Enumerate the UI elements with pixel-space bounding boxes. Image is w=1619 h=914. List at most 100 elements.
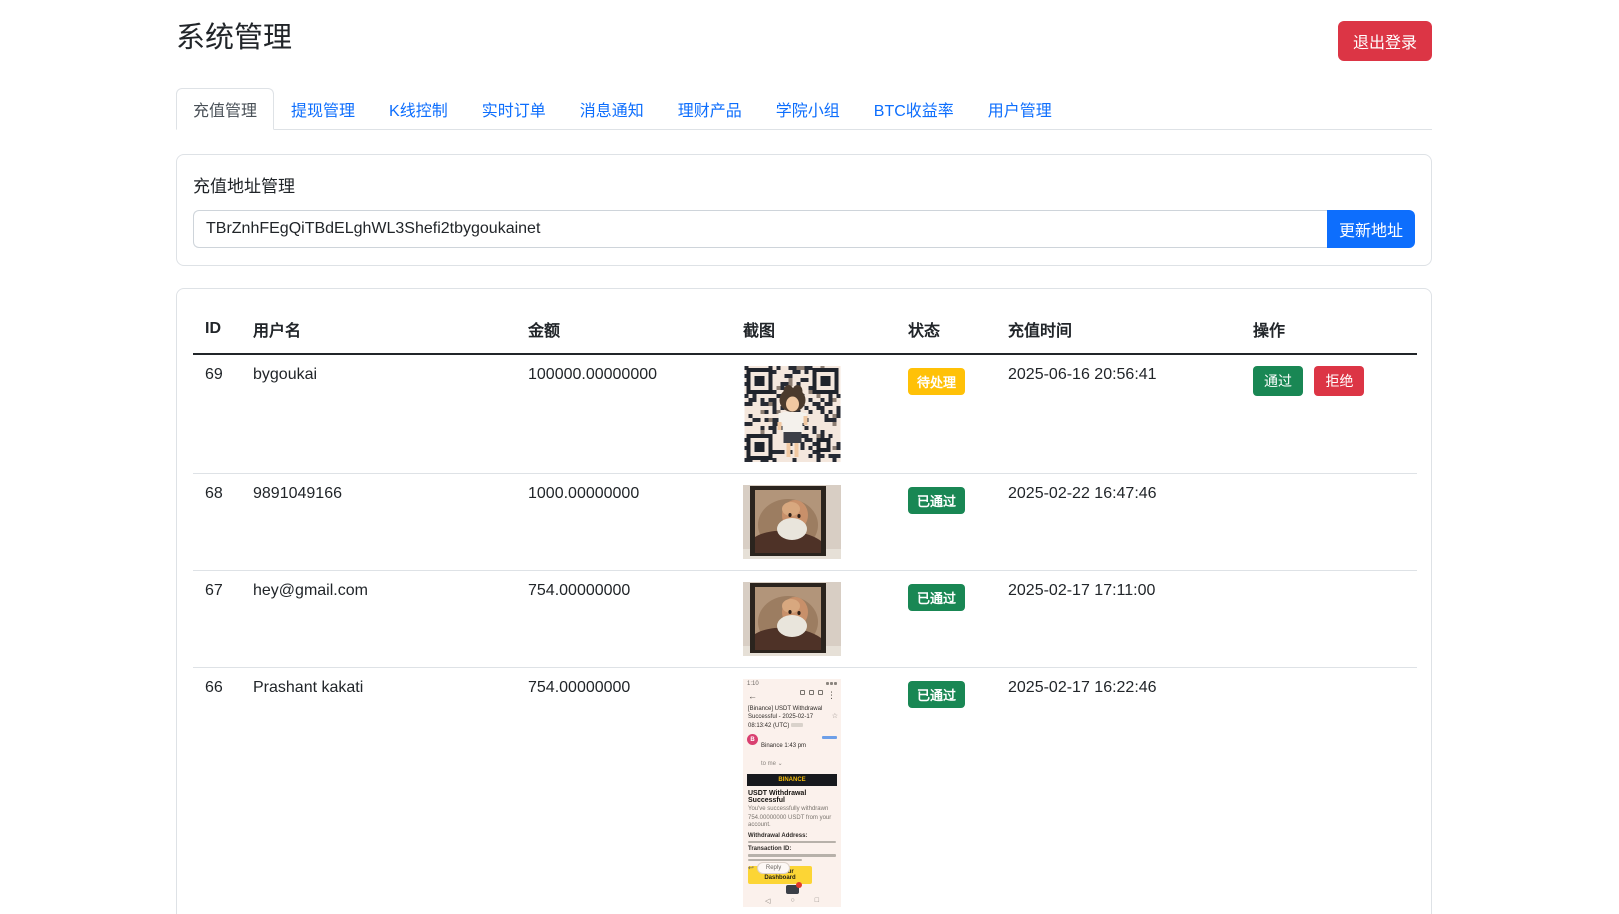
status-badge: 已通过 (908, 487, 965, 514)
reject-button[interactable]: 拒绝 (1314, 366, 1364, 396)
delete-icon (809, 690, 814, 695)
recharge-address-input[interactable] (193, 210, 1327, 248)
android-home-icon: ○ (790, 897, 794, 905)
cell-screenshot (731, 474, 896, 571)
cell-screenshot (731, 354, 896, 474)
tab-wealth-products[interactable]: 理财产品 (661, 88, 759, 130)
sender-avatar: B (747, 734, 758, 745)
email-subject: [Binance] USDT Withdrawal Successful - 2… (743, 702, 841, 731)
tab-withdrawal-management[interactable]: 提现管理 (274, 88, 372, 130)
cell-status: 已通过 (896, 668, 996, 914)
table-row: 66 Prashant kakati 754.00000000 1:10 ← (193, 668, 1417, 914)
admin-page-container: 系统管理 退出登录 充值管理 提现管理 K线控制 实时订单 消息通知 理财产品 … (176, 0, 1432, 914)
cell-id: 68 (193, 474, 241, 571)
cell-status: 已通过 (896, 571, 996, 668)
back-icon: ← (748, 691, 757, 701)
cell-recharge-time: 2025-02-22 16:47:46 (996, 474, 1241, 571)
tab-recharge-management[interactable]: 充值管理 (176, 88, 274, 130)
cell-actions (1241, 474, 1417, 571)
cell-actions (1241, 571, 1417, 668)
email-toolbar-icons: ⋮ (800, 690, 836, 701)
cell-actions (1241, 668, 1417, 914)
cell-screenshot: 1:10 ← ⋮ (731, 668, 896, 914)
recharge-address-card: 充值地址管理 更新地址 (176, 154, 1432, 266)
tab-user-management[interactable]: 用户管理 (971, 88, 1069, 130)
header-id: ID (193, 305, 241, 354)
phone-signal-battery-icons (825, 681, 837, 687)
email-body-line: 754.00000000 USDT from your account. (743, 814, 841, 830)
cell-username: hey@gmail.com (241, 571, 516, 668)
unsubscribe-link-placeholder (822, 736, 837, 739)
cell-id: 69 (193, 354, 241, 474)
cell-id: 66 (193, 668, 241, 914)
emoji-keyboard-icon-with-badge (786, 885, 799, 894)
email-body-line: You've successfully withdrawn (743, 805, 841, 814)
topbar: 系统管理 退出登录 (176, 0, 1432, 61)
email-app-bar: ← ⋮ (743, 687, 841, 702)
redacted-text-bar (748, 854, 836, 857)
table-row: 69 bygoukai 100000.00000000 待处理 2025-06-… (193, 354, 1417, 474)
status-badge: 待处理 (908, 368, 965, 395)
binance-email-screenshot-thumbnail[interactable]: 1:10 ← ⋮ (743, 679, 841, 907)
email-heading: USDT Withdrawal Successful (743, 786, 841, 805)
transaction-id-label: Transaction ID: (743, 843, 841, 852)
header-status: 状态 (896, 305, 996, 354)
tab-academy-groups[interactable]: 学院小组 (759, 88, 857, 130)
email-subject-text: [Binance] USDT Withdrawal Successful - 2… (748, 706, 822, 729)
mail-icon (818, 690, 823, 695)
table-row: 67 hey@gmail.com 754.00000000 已通过 2025-0… (193, 571, 1417, 668)
tab-message-notifications[interactable]: 消息通知 (563, 88, 661, 130)
sender-name: Binance 1:43 pm (761, 743, 806, 749)
logout-button[interactable]: 退出登录 (1338, 21, 1432, 61)
android-recents-icon: □ (815, 897, 819, 905)
tab-kline-control[interactable]: K线控制 (372, 88, 465, 130)
cell-id: 67 (193, 571, 241, 668)
header-amount: 金额 (516, 305, 731, 354)
header-actions: 操作 (1241, 305, 1417, 354)
qr-code-screenshot-thumbnail[interactable] (743, 366, 884, 462)
cell-status: 已通过 (896, 474, 996, 571)
redacted-text-bar (748, 859, 802, 862)
table-header-row: ID 用户名 金额 截图 状态 充值时间 操作 (193, 305, 1417, 354)
recharge-records-card: ID 用户名 金额 截图 状态 充值时间 操作 69 bygoukai 1000… (176, 288, 1432, 914)
cell-recharge-time: 2025-02-17 16:22:46 (996, 668, 1241, 914)
portrait-screenshot-thumbnail[interactable] (743, 485, 884, 559)
cell-amount: 100000.00000000 (516, 354, 731, 474)
status-badge: 已通过 (908, 584, 965, 611)
header-username: 用户名 (241, 305, 516, 354)
tab-btc-yield[interactable]: BTC收益率 (857, 88, 971, 130)
header-recharge-time: 充值时间 (996, 305, 1241, 354)
header-screenshot: 截图 (731, 305, 896, 354)
email-reply-row: ↩ Reply (743, 862, 841, 874)
recharge-address-input-group: 更新地址 (193, 210, 1415, 248)
cell-actions: 通过 拒绝 (1241, 354, 1417, 474)
tab-bar: 充值管理 提现管理 K线控制 实时订单 消息通知 理财产品 学院小组 BTC收益… (176, 88, 1432, 130)
android-back-icon: ◁ (765, 897, 770, 905)
withdrawal-address-label: Withdrawal Address: (743, 830, 841, 839)
cell-recharge-time: 2025-06-16 20:56:41 (996, 354, 1241, 474)
phone-status-bar: 1:10 (743, 679, 841, 687)
cell-status: 待处理 (896, 354, 996, 474)
page-title: 系统管理 (176, 21, 292, 56)
recipient-text: to me ⌄ (761, 761, 783, 767)
cell-username: Prashant kakati (241, 668, 516, 914)
reply-icon: ↩ (748, 864, 754, 872)
cell-screenshot (731, 571, 896, 668)
sender-name-block: Binance 1:43 pm to me ⌄ (761, 734, 806, 770)
status-badge: 已通过 (908, 681, 965, 708)
email-sender-row: B Binance 1:43 pm to me ⌄ (743, 731, 841, 771)
overflow-menu-icon: ⋮ (827, 690, 836, 701)
tab-realtime-orders[interactable]: 实时订单 (465, 88, 563, 130)
approve-button[interactable]: 通过 (1253, 366, 1303, 396)
table-row: 68 9891049166 1000.00000000 已通过 2025-02-… (193, 474, 1417, 571)
cell-amount: 754.00000000 (516, 668, 731, 914)
star-icon: ☆ (832, 712, 838, 722)
recharge-address-title: 充值地址管理 (193, 172, 1415, 197)
portrait-screenshot-thumbnail[interactable] (743, 582, 884, 656)
cell-amount: 1000.00000000 (516, 474, 731, 571)
archive-icon (800, 690, 805, 695)
cell-recharge-time: 2025-02-17 17:11:00 (996, 571, 1241, 668)
email-label-chip (791, 723, 803, 727)
update-address-button[interactable]: 更新地址 (1327, 210, 1415, 248)
android-nav-bar: ◁ ○ □ (743, 897, 841, 905)
